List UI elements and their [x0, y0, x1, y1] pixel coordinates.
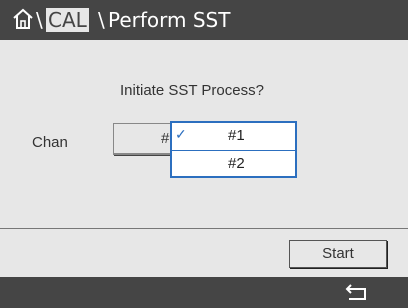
chan-label: Chan [32, 134, 68, 151]
channel-dropdown: ✓ #1 #2 [170, 121, 297, 178]
channel-option-label: #1 [228, 127, 245, 144]
channel-option-2[interactable]: #2 [172, 150, 295, 177]
breadcrumb-separator: \ [98, 8, 105, 32]
title-bar: \ CAL \ Perform SST [0, 0, 408, 40]
sst-prompt: Initiate SST Process? [120, 82, 264, 99]
channel-select-value: # [161, 130, 170, 147]
channel-option-1[interactable]: ✓ #1 [172, 123, 295, 149]
start-button[interactable]: Start [289, 240, 387, 268]
breadcrumb-perform-sst: Perform SST [108, 8, 231, 32]
back-arrow-icon[interactable] [343, 283, 371, 303]
divider [0, 228, 408, 229]
channel-option-label: #2 [228, 155, 245, 172]
breadcrumb-cal[interactable]: CAL [46, 8, 89, 32]
checkmark-icon: ✓ [175, 126, 187, 142]
screen: \ CAL \ Perform SST Initiate SST Process… [0, 0, 408, 308]
home-icon[interactable] [11, 7, 35, 31]
breadcrumb-separator: \ [36, 8, 43, 32]
